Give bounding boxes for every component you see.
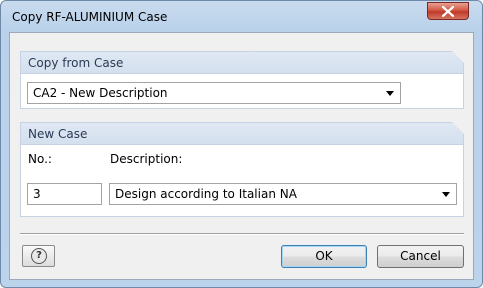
title-bar[interactable]: Copy RF-ALUMINIUM Case <box>1 1 482 33</box>
new-case-title: New Case <box>28 127 88 141</box>
case-number-input[interactable]: 3 <box>27 183 102 205</box>
cancel-button[interactable]: Cancel <box>377 245 464 268</box>
new-case-header: New Case <box>21 122 464 145</box>
case-number-label: No.: <box>28 152 52 166</box>
help-icon: ? <box>31 248 47 264</box>
close-icon <box>442 6 454 17</box>
dialog-body: Copy from Case CA2 - New Description New… <box>9 32 474 280</box>
chevron-down-icon <box>386 91 394 96</box>
new-case-group: New Case No.: Description: 3 Design acco… <box>20 122 464 217</box>
copy-from-group: Copy from Case CA2 - New Description <box>20 51 464 109</box>
case-number-value: 3 <box>33 187 41 201</box>
window-title: Copy RF-ALUMINIUM Case <box>12 10 168 24</box>
footer-divider <box>20 233 464 235</box>
description-combobox[interactable]: Design according to Italian NA <box>109 183 457 205</box>
copy-from-combobox[interactable]: CA2 - New Description <box>27 82 401 104</box>
chevron-down-icon <box>442 192 450 197</box>
description-value: Design according to Italian NA <box>115 187 297 201</box>
close-button[interactable] <box>427 2 469 20</box>
copy-from-selected: CA2 - New Description <box>33 86 168 100</box>
ok-button[interactable]: OK <box>281 245 367 268</box>
copy-from-title: Copy from Case <box>28 56 124 70</box>
copy-from-header: Copy from Case <box>21 51 464 74</box>
help-button[interactable]: ? <box>22 245 55 267</box>
description-label: Description: <box>110 152 183 166</box>
dialog-window: Copy RF-ALUMINIUM Case Copy from Case CA… <box>0 0 483 288</box>
